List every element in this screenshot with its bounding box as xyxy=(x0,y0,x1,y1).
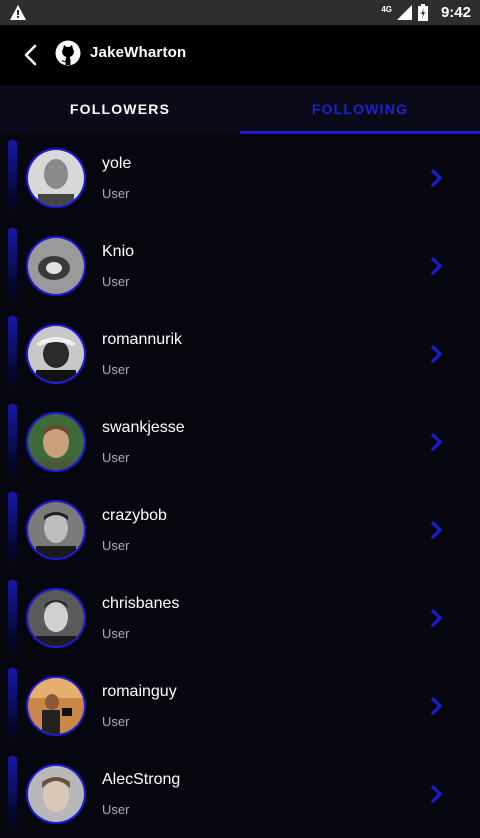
user-name: crazybob xyxy=(102,507,167,524)
chevron-right-icon xyxy=(430,256,443,276)
user-list-item[interactable]: swankjesse User xyxy=(0,398,480,486)
chevron-right-icon xyxy=(430,344,443,364)
chevron-right-icon xyxy=(430,432,443,452)
user-name: swankjesse xyxy=(102,419,185,436)
github-logo-icon xyxy=(55,40,81,66)
user-type: User xyxy=(102,626,130,641)
user-type: User xyxy=(102,362,130,377)
avatar xyxy=(26,676,86,736)
network-type-label: 4G xyxy=(381,5,392,14)
user-name: romannurik xyxy=(102,331,183,348)
chevron-right-icon xyxy=(430,608,443,628)
avatar xyxy=(26,148,86,208)
page-title: JakeWharton xyxy=(90,44,187,61)
user-list-item[interactable]: yole User xyxy=(0,134,480,222)
user-type: User xyxy=(102,186,130,201)
battery-icon xyxy=(418,4,428,21)
back-arrow-icon[interactable] xyxy=(18,40,44,70)
toolbar: JakeWharton xyxy=(0,25,480,85)
chevron-right-icon xyxy=(430,696,443,716)
item-accent-stripe xyxy=(8,668,17,744)
avatar xyxy=(26,500,86,560)
user-name: yole xyxy=(102,155,132,172)
item-accent-stripe xyxy=(8,316,17,392)
user-name: AlecStrong xyxy=(102,771,181,788)
tab-bar: FOLLOWERS FOLLOWING xyxy=(0,85,480,134)
avatar xyxy=(26,764,86,824)
user-type: User xyxy=(102,538,130,553)
user-list-item[interactable]: AlecStrong User xyxy=(0,750,480,838)
user-list-item[interactable]: crazybob User xyxy=(0,486,480,574)
user-type: User xyxy=(102,802,130,817)
tab-following[interactable]: FOLLOWING xyxy=(240,85,480,134)
status-time: 9:42 xyxy=(440,4,471,21)
item-accent-stripe xyxy=(8,404,17,480)
avatar xyxy=(26,588,86,648)
status-bar: 4G 9:42 xyxy=(0,0,480,25)
item-accent-stripe xyxy=(8,580,17,656)
warning-icon xyxy=(10,5,26,20)
item-accent-stripe xyxy=(8,492,17,568)
tab-followers[interactable]: FOLLOWERS xyxy=(0,85,240,134)
user-name: romainguy xyxy=(102,683,177,700)
avatar xyxy=(26,324,86,384)
user-list-item[interactable]: chrisbanes User xyxy=(0,574,480,662)
user-type: User xyxy=(102,274,130,289)
user-name: Knio xyxy=(102,243,135,260)
item-accent-stripe xyxy=(8,756,17,832)
user-type: User xyxy=(102,450,130,465)
item-accent-stripe xyxy=(8,228,17,304)
user-type: User xyxy=(102,714,130,729)
signal-icon xyxy=(397,5,412,20)
user-list-item[interactable]: romainguy User xyxy=(0,662,480,750)
avatar xyxy=(26,236,86,296)
chevron-right-icon xyxy=(430,784,443,804)
avatar xyxy=(26,412,86,472)
user-name: chrisbanes xyxy=(102,595,180,612)
chevron-right-icon xyxy=(430,168,443,188)
item-accent-stripe xyxy=(8,140,17,216)
chevron-right-icon xyxy=(430,520,443,540)
user-list-item[interactable]: Knio User xyxy=(0,222,480,310)
user-list-item[interactable]: romannurik User xyxy=(0,310,480,398)
